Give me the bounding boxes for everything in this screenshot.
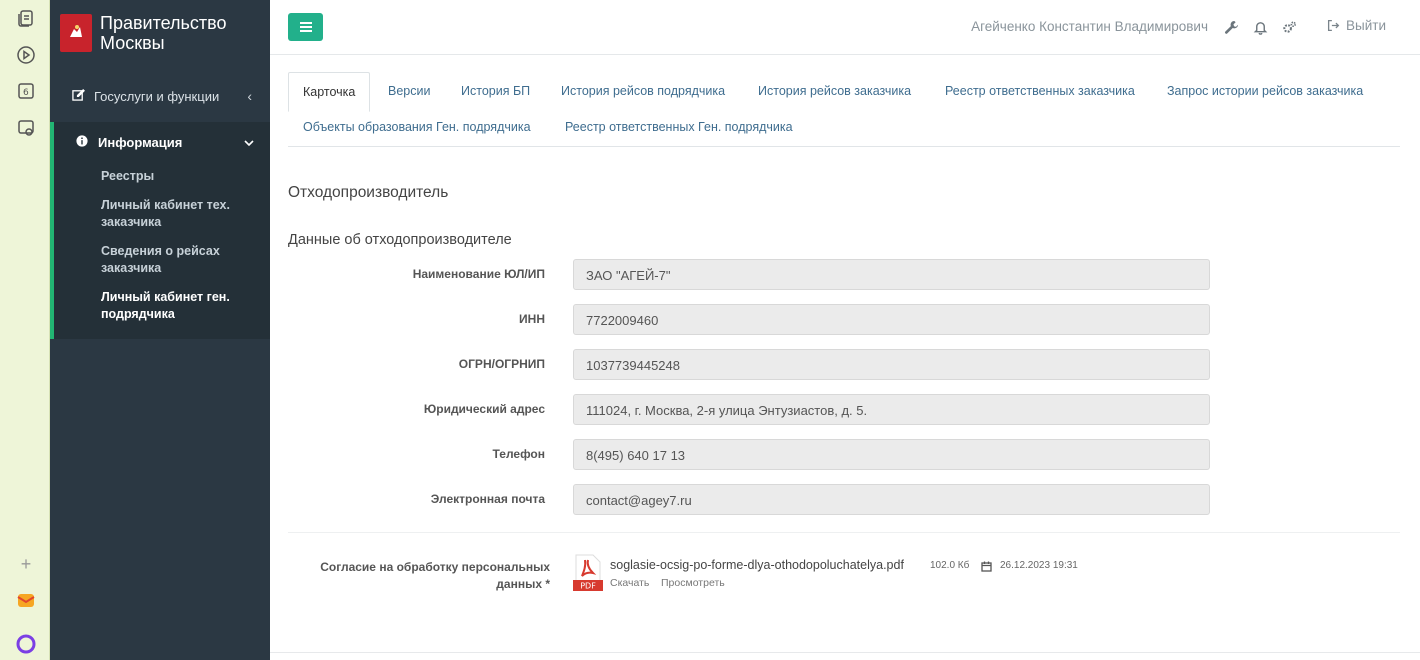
wrench-icon[interactable] (1222, 18, 1240, 36)
phone-field[interactable]: 8(495) 640 17 13 (573, 439, 1210, 470)
mail-app-icon[interactable] (16, 590, 36, 610)
sidebar-item-info[interactable]: Информация (54, 122, 270, 162)
tab-customer-trips-history[interactable]: История рейсов заказчика (744, 72, 925, 110)
card-tabs: Карточка Версии История БП История рейсо… (288, 72, 1400, 147)
tab-customer-responsible-registry[interactable]: Реестр ответственных заказчика (931, 72, 1149, 110)
add-icon[interactable]: + (16, 554, 36, 574)
field-row-inn: ИНН 7722009460 (288, 304, 1210, 335)
sidebar-section-info: Информация Реестры Личный кабинет тех. з… (50, 122, 270, 339)
user-name[interactable]: Агейченко Константин Владимирович (971, 19, 1208, 34)
tab-versions[interactable]: Версии (374, 72, 444, 110)
tab-card[interactable]: Карточка (288, 72, 371, 112)
inn-field[interactable]: 7722009460 (573, 304, 1210, 335)
field-label: ИНН (519, 312, 545, 326)
field-label: Юридический адрес (423, 402, 545, 416)
calendar-six-icon[interactable]: 6 (16, 81, 36, 101)
section-title: Данные об отходопроизводителе (288, 232, 512, 248)
logout-icon (1327, 19, 1340, 32)
edit-icon (72, 88, 86, 104)
settings-gears-icon[interactable] (1280, 18, 1298, 36)
chevron-left-icon: ‹ (247, 88, 252, 104)
field-row-ogrn: ОГРН/ОГРНИП 1037739445248 (288, 349, 1210, 380)
brand-title-line1: Правительство (100, 13, 227, 33)
sidebar-item-label: Госуслуги и функции (94, 88, 220, 104)
info-icon (76, 134, 90, 150)
sidebar-item-gosuslugi[interactable]: Госуслуги и функции ‹ (50, 70, 270, 122)
file-date: 26.12.2023 19:31 (1000, 560, 1078, 571)
calendar-icon (981, 559, 992, 572)
email-field[interactable]: contact@agey7.ru (573, 484, 1210, 515)
field-label: Наименование ЮЛ/ИП (412, 267, 545, 281)
video-play-icon[interactable] (16, 45, 36, 65)
brand-title-line2: Москвы (100, 33, 165, 53)
tab-bp-history[interactable]: История БП (447, 72, 544, 110)
tab-gen-contractor-responsible-registry[interactable]: Реестр ответственных Ген. подрядчика (551, 108, 807, 146)
tab-contractor-trips-history[interactable]: История рейсов подрядчика (547, 72, 739, 110)
consent-label-line2: данных * (496, 577, 550, 591)
sidebar-subitem-tech-customer-cabinet[interactable]: Личный кабинет тех. заказчика (54, 191, 270, 237)
pdf-file-icon[interactable]: PDF (573, 554, 603, 592)
menu-toggle-button[interactable] (288, 13, 323, 41)
moscow-coat-of-arms-icon (60, 14, 92, 52)
sidebar-item-label: Информация (98, 134, 183, 150)
chevron-down-icon (244, 135, 254, 149)
divider (288, 532, 1400, 533)
org-name-field[interactable]: ЗАО "АГЕЙ-7" (573, 259, 1210, 290)
pdf-badge: PDF (580, 582, 596, 591)
view-link[interactable]: Просмотреть (661, 577, 725, 589)
field-row-email: Электронная почта contact@agey7.ru (288, 484, 1210, 515)
consent-label-line1: Согласие на обработку персональных (320, 560, 550, 574)
sidebar-subitem-customer-trips[interactable]: Сведения о рейсах заказчика (54, 237, 270, 283)
sidebar-subitem-registries[interactable]: Реестры (54, 162, 270, 191)
bottom-divider (270, 652, 1420, 653)
file-size: 102.0 Кб (930, 560, 970, 571)
consent-label: Согласие на обработку персональных данны… (288, 559, 550, 593)
svg-text:6: 6 (23, 88, 29, 98)
field-label: ОГРН/ОГРНИП (458, 357, 545, 371)
collections-icon[interactable] (16, 8, 36, 28)
browser-side-rail: 6 + (0, 0, 50, 660)
field-label: Телефон (492, 447, 545, 461)
tab-customer-trips-history-request[interactable]: Запрос истории рейсов заказчика (1153, 72, 1377, 110)
file-name-link[interactable]: soglasie-ocsig-po-forme-dlya-othodopoluc… (610, 558, 904, 572)
legal-address-field[interactable]: 111024, г. Москва, 2-я улица Энтузиастов… (573, 394, 1210, 425)
ogrn-field[interactable]: 1037739445248 (573, 349, 1210, 380)
field-row-phone: Телефон 8(495) 640 17 13 (288, 439, 1210, 470)
field-row-name: Наименование ЮЛ/ИП ЗАО "АГЕЙ-7" (288, 259, 1210, 290)
field-label: Электронная почта (430, 492, 545, 506)
page-title: Отходопроизводитель (288, 184, 449, 201)
download-link[interactable]: Скачать (610, 577, 649, 589)
hamburger-icon (299, 22, 312, 32)
bell-icon[interactable] (1251, 18, 1269, 36)
logout-button[interactable]: Выйти (1327, 18, 1386, 33)
assistant-icon[interactable] (16, 634, 36, 654)
screenshot-icon[interactable] (16, 118, 36, 138)
field-row-address: Юридический адрес 111024, г. Москва, 2-я… (288, 394, 1210, 425)
brand[interactable]: Правительство Москвы (50, 0, 270, 66)
logout-label: Выйти (1346, 18, 1386, 33)
sidebar: Правительство Москвы Госуслуги и функции… (50, 0, 270, 660)
tab-gen-contractor-objects[interactable]: Объекты образования Ген. подрядчика (289, 108, 545, 146)
top-bar: Агейченко Константин Владимирович Выйти (270, 0, 1420, 55)
sidebar-subitem-gen-contractor-cabinet[interactable]: Личный кабинет ген. подрядчика (54, 283, 270, 329)
